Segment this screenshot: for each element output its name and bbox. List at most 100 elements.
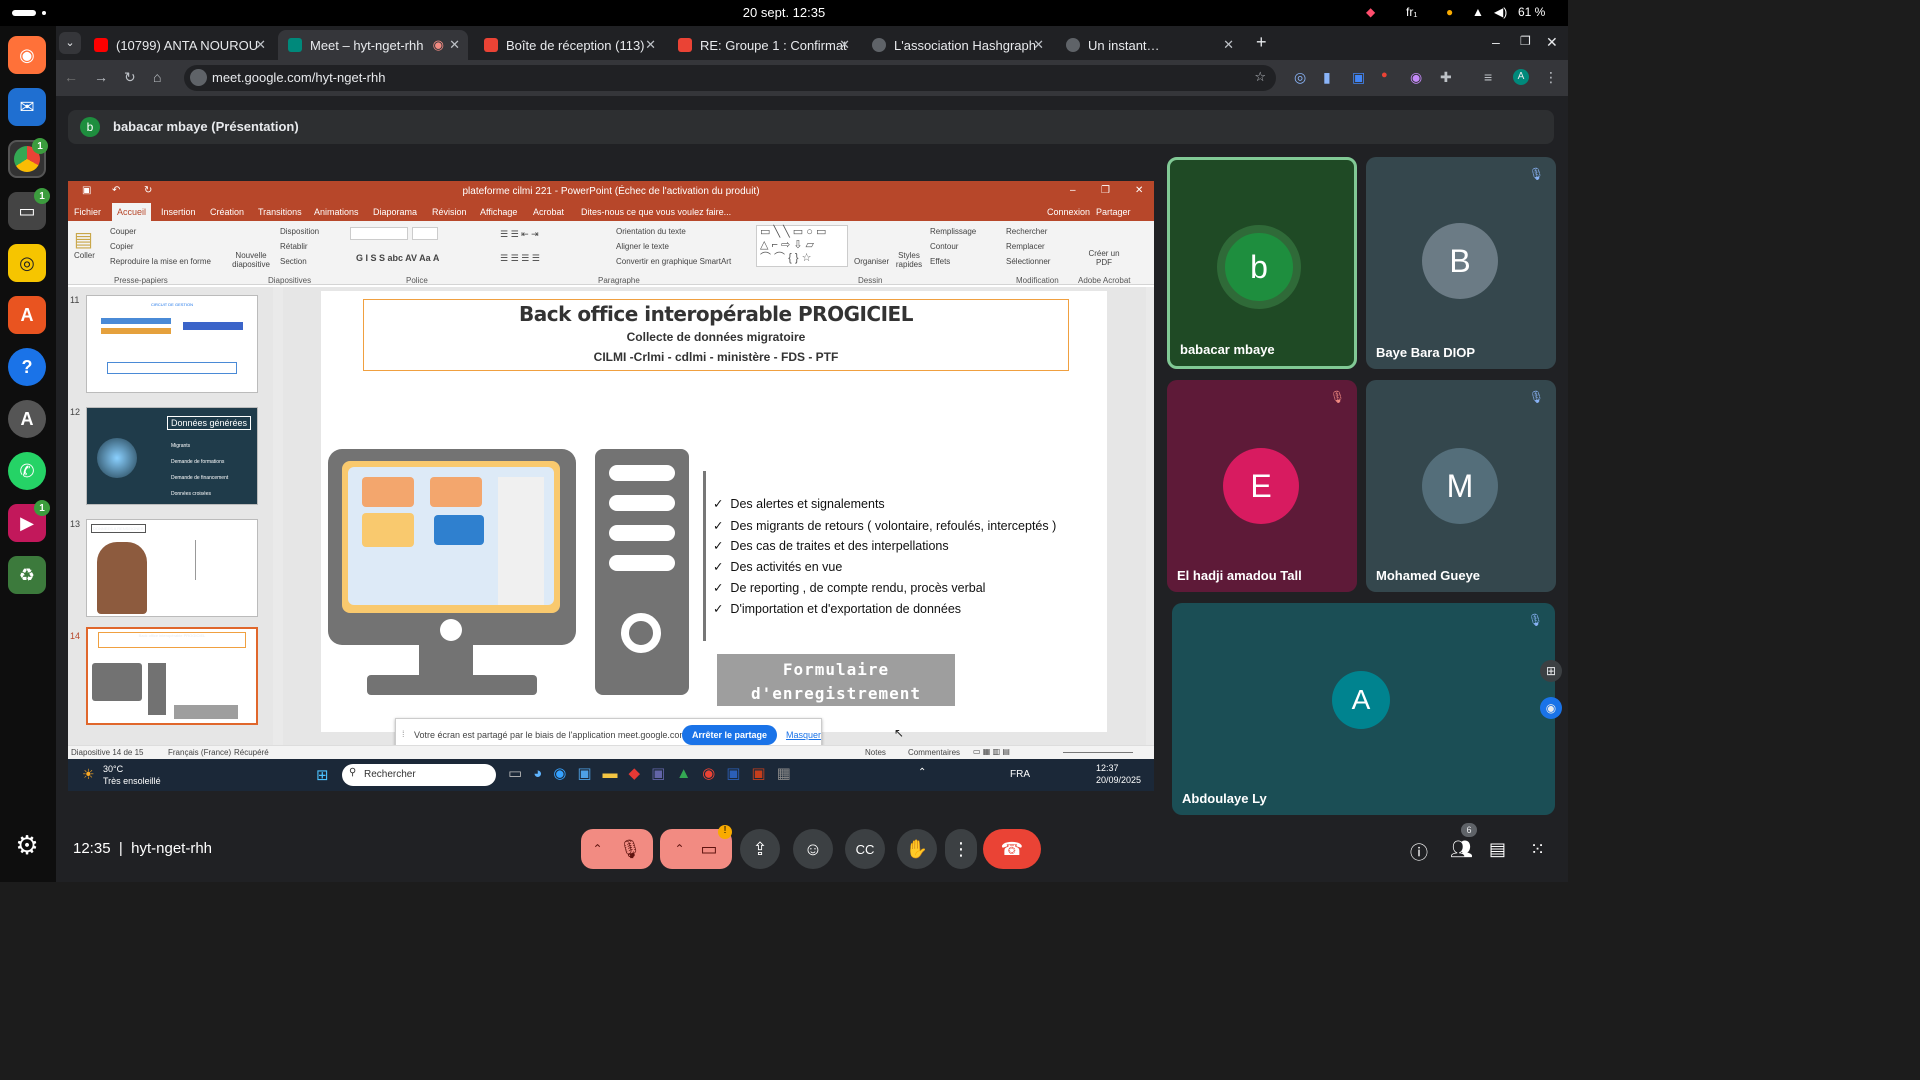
thumbnail-scrollbar[interactable] bbox=[273, 287, 283, 745]
files-icon[interactable]: ▭ 1 bbox=[8, 188, 50, 230]
back-icon[interactable]: ← bbox=[64, 69, 78, 85]
replace-button[interactable]: Remplacer bbox=[1006, 242, 1045, 251]
extension-icon-4[interactable]: ◉ bbox=[1410, 69, 1422, 86]
taskbar-search[interactable]: ⚲ Rechercher bbox=[342, 764, 496, 786]
tab-hashgraph[interactable]: L'association Hashgraph ✕ bbox=[862, 30, 1052, 60]
minimize-icon[interactable]: – bbox=[1492, 34, 1500, 50]
keyboard-layout[interactable]: fr₁ bbox=[1406, 5, 1417, 19]
microphone-toggle[interactable]: ⌃ 🎙︎ bbox=[581, 829, 653, 869]
firefox-icon[interactable]: ◉ bbox=[8, 36, 46, 74]
forward-icon[interactable]: → bbox=[94, 69, 108, 85]
slide-thumbnail-14-selected[interactable]: Back office interopérable PROGICIEL bbox=[86, 627, 258, 725]
current-slide[interactable]: Back office interopérable PROGICIEL Coll… bbox=[321, 291, 1107, 732]
format-painter-button[interactable]: Reproduire la mise en forme bbox=[110, 257, 211, 266]
cut-button[interactable]: Couper bbox=[110, 227, 136, 236]
font-size-input[interactable] bbox=[412, 227, 438, 240]
chrome-icon[interactable]: 1 bbox=[8, 138, 48, 178]
site-info-icon[interactable] bbox=[190, 69, 207, 86]
battery-status[interactable]: 61 % bbox=[1518, 5, 1545, 19]
extensions-puzzle-icon[interactable]: ✚ bbox=[1440, 69, 1452, 86]
activities-icon[interactable]: ⁙ bbox=[1530, 839, 1545, 860]
taskbar-apps[interactable]: ▭◕◉▣▬◆▣▲◉▣▣▦ bbox=[508, 764, 802, 782]
zoom-slider[interactable] bbox=[1063, 752, 1133, 753]
close-tab-icon[interactable]: ✕ bbox=[1223, 37, 1234, 53]
assistant-icon[interactable]: ◉ bbox=[1540, 697, 1562, 719]
ppt-restore-icon[interactable]: ❐ bbox=[1101, 185, 1110, 196]
profile-avatar[interactable]: A bbox=[1513, 69, 1529, 85]
participant-tile-elhadji[interactable]: 🎙︎ E El hadji amadou Tall bbox=[1167, 380, 1357, 592]
hide-notice-link[interactable]: Masquer bbox=[786, 730, 821, 740]
undo-icon[interactable]: ↶ bbox=[112, 185, 120, 196]
menu-fichier[interactable]: Fichier bbox=[74, 207, 101, 217]
participant-tile-abdoulaye[interactable]: 🎙︎ A Abdoulaye Ly bbox=[1172, 603, 1555, 815]
reload-icon[interactable]: ↻ bbox=[124, 69, 136, 86]
present-screen-button[interactable]: ⇪ bbox=[740, 829, 780, 869]
weather-icon[interactable]: ☀ bbox=[82, 766, 95, 783]
tab-loading[interactable]: Un instant… ✕ bbox=[1056, 30, 1242, 60]
updater-icon[interactable]: A bbox=[8, 400, 46, 438]
rhythmbox-icon[interactable]: ◎ bbox=[8, 244, 46, 282]
tab-search-icon[interactable]: ⌄ bbox=[59, 32, 81, 54]
trash-icon[interactable]: ♻ bbox=[8, 556, 46, 594]
layout-button[interactable]: Disposition bbox=[280, 227, 319, 236]
share-button[interactable]: Partager bbox=[1096, 207, 1131, 217]
participant-tile-mohamed[interactable]: 🎙︎ M Mohamed Gueye bbox=[1366, 380, 1556, 592]
ppt-minimize-icon[interactable]: – bbox=[1070, 185, 1076, 196]
wifi-icon[interactable]: ▲ bbox=[1472, 5, 1484, 19]
tell-me-box[interactable]: Dites-nous ce que vous voulez faire... bbox=[581, 207, 731, 217]
comments-button[interactable]: Commentaires bbox=[908, 748, 960, 757]
menu-insertion[interactable]: Insertion bbox=[161, 207, 196, 217]
thunderbird-icon[interactable]: ✉ bbox=[8, 88, 46, 126]
font-name-input[interactable] bbox=[350, 227, 408, 240]
close-tab-icon[interactable]: ✕ bbox=[1033, 37, 1044, 53]
find-button[interactable]: Rechercher bbox=[1006, 227, 1047, 236]
taskbar-date[interactable]: 20/09/2025 bbox=[1096, 775, 1141, 785]
menu-revision[interactable]: Révision bbox=[432, 207, 467, 217]
quick-styles-button[interactable]: Styles rapides bbox=[892, 251, 926, 269]
connexion-link[interactable]: Connexion bbox=[1047, 207, 1090, 217]
chevron-up-icon[interactable]: ⌃ bbox=[593, 842, 603, 856]
leave-call-button[interactable]: ☎ bbox=[983, 829, 1041, 869]
camera-toggle[interactable]: ⌃ ▭! bbox=[660, 825, 732, 869]
taskbar-time[interactable]: 12:37 bbox=[1096, 763, 1119, 773]
notes-button[interactable]: Notes bbox=[865, 748, 886, 757]
extension-icon-1[interactable]: ◎ bbox=[1294, 69, 1306, 86]
menu-animations[interactable]: Animations bbox=[314, 207, 359, 217]
ide-icon[interactable]: ▶ 1 bbox=[8, 500, 50, 542]
menu-transitions[interactable]: Transitions bbox=[258, 207, 302, 217]
chevron-up-icon[interactable]: ⌃ bbox=[674, 842, 684, 856]
menu-diaporama[interactable]: Diaporama bbox=[373, 207, 417, 217]
arrange-button[interactable]: Organiser bbox=[854, 257, 889, 266]
chat-icon[interactable]: ▤ bbox=[1489, 839, 1506, 860]
smartart-button[interactable]: Convertir en graphique SmartArt bbox=[616, 257, 731, 266]
menu-acrobat[interactable]: Acrobat bbox=[533, 207, 564, 217]
help-icon[interactable]: ? bbox=[8, 348, 46, 386]
select-button[interactable]: Sélectionner bbox=[1006, 257, 1050, 266]
menu-creation[interactable]: Création bbox=[210, 207, 244, 217]
new-slide-button[interactable]: Nouvelle diapositive bbox=[228, 251, 274, 269]
section-button[interactable]: Section bbox=[280, 257, 307, 266]
captions-button[interactable]: CC bbox=[845, 829, 885, 869]
microphone-in-use-icon[interactable]: ● bbox=[1446, 5, 1453, 19]
save-icon[interactable]: ▣ bbox=[82, 185, 91, 196]
restore-icon[interactable]: ❐ bbox=[1520, 34, 1531, 48]
reset-button[interactable]: Rétablir bbox=[280, 242, 308, 251]
registration-form-button[interactable]: Formulaire d'enregistrement bbox=[717, 654, 955, 706]
shapes-gallery[interactable]: ▭ ╲ ╲ ▭ ○ ▭ △ ⌐ ⇨ ⇩ ▱ ⌒ ⌒ { } ☆ bbox=[756, 225, 848, 267]
stop-sharing-button[interactable]: Arrêter le partage bbox=[682, 725, 778, 745]
extension-icon-3[interactable]: ▣ bbox=[1352, 69, 1365, 86]
new-tab-button[interactable]: + bbox=[1256, 32, 1267, 53]
browser-menu-icon[interactable]: ⋮ bbox=[1544, 69, 1558, 86]
fill-button[interactable]: Remplissage bbox=[930, 227, 976, 236]
slide-thumbnail-13[interactable]: DONNEES A RENSEIGNER bbox=[86, 519, 258, 617]
extension-icon-2[interactable]: ▮ bbox=[1323, 69, 1331, 86]
redo-icon[interactable]: ↻ bbox=[144, 185, 152, 196]
font-format-buttons[interactable]: G I S S abc AV Aa A bbox=[356, 253, 439, 263]
tray-chevron-icon[interactable]: ⌃ bbox=[918, 767, 926, 778]
text-direction-button[interactable]: Orientation du texte bbox=[616, 227, 686, 236]
outline-button[interactable]: Contour bbox=[930, 242, 958, 251]
menu-accueil[interactable]: Accueil bbox=[112, 203, 152, 221]
media-control-icon[interactable]: ≡ bbox=[1484, 69, 1492, 85]
align-text-button[interactable]: Aligner le texte bbox=[616, 242, 669, 251]
paste-icon[interactable]: ▤ bbox=[74, 227, 93, 252]
